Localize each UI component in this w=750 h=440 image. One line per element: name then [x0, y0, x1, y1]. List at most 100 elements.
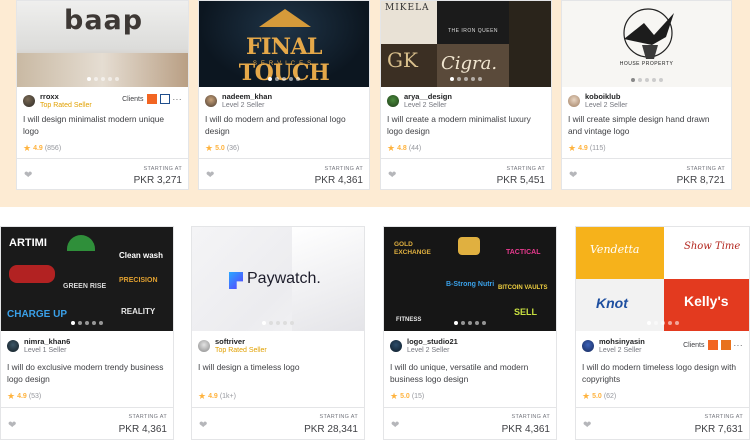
heart-icon[interactable]: ❤ [569, 170, 577, 181]
divider [562, 158, 731, 159]
gig-title[interactable]: I will do exclusive modern trendy busine… [7, 361, 165, 385]
gig-thumbnail[interactable]: FINAL TOUCH SERVICES [199, 1, 369, 87]
carousel-dots[interactable] [262, 321, 294, 325]
heart-icon[interactable]: ❤ [388, 170, 396, 181]
price: PKR 8,721 [676, 175, 725, 186]
seller-name[interactable]: mohsinyasin [599, 337, 645, 346]
thumbnail-logo-text: Paywatch. [247, 270, 321, 287]
thumbnail-logo-text: Vendetta [590, 243, 640, 256]
seller-name[interactable]: nadeem_khan [222, 92, 272, 101]
carousel-dots[interactable] [454, 321, 486, 325]
carousel-dots[interactable] [268, 77, 300, 81]
gig-title[interactable]: I will do modern and professional logo d… [205, 113, 361, 137]
star-icon: ★ [23, 143, 32, 153]
heart-icon[interactable]: ❤ [199, 420, 207, 431]
gig-title[interactable]: I will design minimalist modern unique l… [23, 113, 180, 137]
gig-title[interactable]: I will do modern timeless logo design wi… [582, 361, 741, 385]
heart-icon[interactable]: ❤ [8, 420, 16, 431]
heart-icon[interactable]: ❤ [206, 170, 214, 181]
gig-card[interactable]: baap rroxx Top Rated Seller Clients ··· … [16, 0, 189, 190]
carousel-dots[interactable] [646, 321, 679, 325]
carousel-dots[interactable] [71, 321, 103, 325]
thumbnail-logo-text: TACTICAL [506, 249, 541, 256]
seller-name[interactable]: koboiklub [585, 92, 627, 101]
gig-thumbnail[interactable]: HOUSE PROPERTY [562, 1, 731, 87]
client-logo-icon [159, 94, 170, 104]
thumbnail-logo-text: Kelly's [684, 293, 729, 309]
avatar[interactable] [387, 95, 399, 107]
seller-name[interactable]: softriver [215, 337, 267, 346]
rating: ★ 4.9 (115) [568, 143, 606, 153]
thumbnail-logo-text: THE IRON QUEEN [447, 28, 499, 34]
heart-icon[interactable]: ❤ [24, 170, 32, 181]
thumbnail-logo-text: Clean wash [119, 251, 164, 260]
heart-icon[interactable]: ❤ [391, 420, 399, 431]
carousel-dots[interactable] [630, 78, 663, 82]
seller-level: Level 2 Seller [404, 102, 447, 109]
starting-at-label: STARTING AT [686, 166, 725, 172]
seller-level: Level 2 Seller [222, 102, 265, 109]
thumbnail-logo-text: CHARGE UP [7, 309, 68, 320]
avatar[interactable] [7, 340, 19, 352]
heart-icon[interactable]: ❤ [583, 420, 591, 431]
gig-card[interactable]: Vendetta Show Time Knot Kelly's mohsinya… [575, 226, 750, 440]
carousel-dots[interactable] [86, 77, 119, 81]
thumbnail-logo-text: Cigra. [441, 53, 498, 74]
gig-title[interactable]: I will design a timeless logo [198, 361, 356, 373]
price: PKR 28,341 [304, 424, 358, 435]
price: PKR 5,451 [496, 175, 545, 186]
star-icon: ★ [568, 143, 577, 153]
divider [1, 407, 173, 408]
price: PKR 7,631 [694, 424, 743, 435]
gig-thumbnail[interactable]: GOLD EXCHANGE TACTICAL B-Strong Nutri BI… [384, 227, 556, 331]
paywatch-logo-icon [229, 272, 243, 289]
gig-thumbnail[interactable]: Paywatch. [192, 227, 364, 331]
avatar[interactable] [390, 340, 402, 352]
rating: ★ 4.9 (53) [7, 391, 42, 401]
divider [576, 407, 749, 408]
thumbnail-sub-text: SERVICES [252, 61, 316, 67]
rating: ★ 4.9 (1k+) [198, 391, 236, 401]
divider [17, 158, 188, 159]
avatar[interactable] [23, 95, 35, 107]
gig-card[interactable]: HOUSE PROPERTY koboiklub Level 2 Seller … [561, 0, 732, 190]
gig-card[interactable]: FINAL TOUCH SERVICES nadeem_khan Level 2… [198, 0, 370, 190]
seller-name[interactable]: logo_studio21 [407, 337, 458, 346]
price: PKR 4,361 [118, 424, 167, 435]
rating: ★ 5.0 (36) [205, 143, 240, 153]
seller-name[interactable]: arya__design [404, 92, 452, 101]
star-icon: ★ [198, 391, 207, 401]
gig-thumbnail[interactable]: Vendetta Show Time Knot Kelly's [576, 227, 749, 331]
gig-thumbnail[interactable]: ARTIMI Clean wash PRECISION GREEN RISE C… [1, 227, 173, 331]
avatar[interactable] [198, 340, 210, 352]
avatar[interactable] [568, 95, 580, 107]
star-icon: ★ [7, 391, 16, 401]
gig-thumbnail[interactable]: baap [17, 1, 188, 87]
gig-title[interactable]: I will do unique, versatile and modern b… [390, 361, 548, 385]
divider [199, 158, 369, 159]
starting-at-label: STARTING AT [319, 414, 358, 420]
gig-thumbnail[interactable]: MIKELA THE IRON QUEEN GK Cigra. [381, 1, 551, 87]
gig-card[interactable]: GOLD EXCHANGE TACTICAL B-Strong Nutri BI… [383, 226, 557, 440]
avatar[interactable] [205, 95, 217, 107]
thumbnail-logo-text: FITNESS [396, 317, 422, 323]
gig-card[interactable]: MIKELA THE IRON QUEEN GK Cigra. arya__de… [380, 0, 552, 190]
seller-name[interactable]: nimra_khan6 [24, 337, 70, 346]
carousel-dots[interactable] [450, 77, 482, 81]
avatar[interactable] [582, 340, 594, 352]
seller-level: Top Rated Seller [215, 347, 267, 354]
thumbnail-logo-text: BITCOIN VAULTS [498, 285, 548, 291]
seller-level: Level 2 Seller [585, 102, 628, 109]
gig-title[interactable]: I will create simple design hand drawn a… [568, 113, 723, 137]
more-options-icon[interactable]: ··· [734, 341, 744, 350]
gig-card[interactable]: ARTIMI Clean wash PRECISION GREEN RISE C… [0, 226, 174, 440]
thumbnail-logo-text: Show Time [684, 241, 741, 252]
divider [192, 407, 364, 408]
gig-title[interactable]: I will create a modern minimalist luxury… [387, 113, 543, 137]
client-logo-icon [707, 340, 718, 350]
seller-name[interactable]: rroxx [40, 92, 92, 101]
thumbnail-logo-text: REALITY [121, 307, 156, 316]
gig-card[interactable]: Paywatch. softriver Top Rated Seller I w… [191, 226, 365, 440]
more-options-icon[interactable]: ··· [173, 95, 183, 104]
thumbnail-logo-text: baap [64, 5, 144, 36]
